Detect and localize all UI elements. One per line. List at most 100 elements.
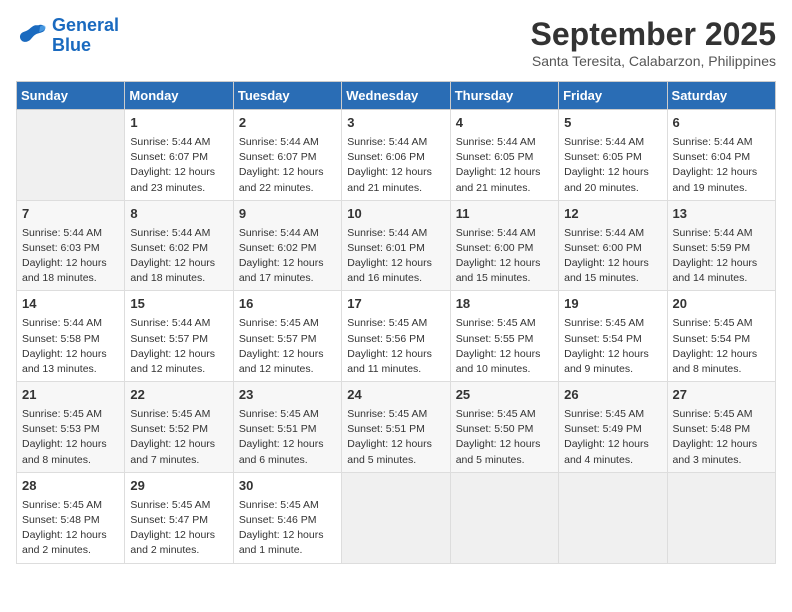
cell-info: Sunrise: 5:45 AM [22,498,119,513]
calendar-cell: 4Sunrise: 5:44 AMSunset: 6:05 PMDaylight… [450,110,558,201]
day-number: 28 [22,477,119,496]
day-number: 18 [456,295,553,314]
cell-info: Daylight: 12 hours [456,347,553,362]
calendar-cell: 8Sunrise: 5:44 AMSunset: 6:02 PMDaylight… [125,200,233,291]
cell-info: Sunset: 5:56 PM [347,332,444,347]
day-number: 21 [22,386,119,405]
calendar-week-row: 7Sunrise: 5:44 AMSunset: 6:03 PMDaylight… [17,200,776,291]
cell-info: Sunrise: 5:45 AM [673,407,770,422]
day-number: 29 [130,477,227,496]
cell-info: and 4 minutes. [564,453,661,468]
cell-info: and 2 minutes. [22,543,119,558]
cell-info: Daylight: 12 hours [130,437,227,452]
cell-info: and 5 minutes. [456,453,553,468]
cell-info: Sunrise: 5:45 AM [456,407,553,422]
cell-info: Sunrise: 5:45 AM [456,316,553,331]
cell-info: Sunrise: 5:44 AM [673,135,770,150]
calendar-cell: 14Sunrise: 5:44 AMSunset: 5:58 PMDayligh… [17,291,125,382]
calendar-cell: 13Sunrise: 5:44 AMSunset: 5:59 PMDayligh… [667,200,775,291]
cell-info: Sunset: 5:50 PM [456,422,553,437]
cell-info: Daylight: 12 hours [456,437,553,452]
cell-info: and 7 minutes. [130,453,227,468]
day-number: 27 [673,386,770,405]
calendar-cell: 3Sunrise: 5:44 AMSunset: 6:06 PMDaylight… [342,110,450,201]
cell-info: Sunrise: 5:45 AM [564,407,661,422]
cell-info: and 21 minutes. [347,181,444,196]
cell-info: Sunset: 6:00 PM [456,241,553,256]
cell-info: Sunrise: 5:44 AM [564,226,661,241]
day-number: 23 [239,386,336,405]
calendar-cell [559,472,667,563]
calendar-cell: 15Sunrise: 5:44 AMSunset: 5:57 PMDayligh… [125,291,233,382]
cell-info: Daylight: 12 hours [347,437,444,452]
cell-info: Daylight: 12 hours [564,347,661,362]
cell-info: and 5 minutes. [347,453,444,468]
day-number: 8 [130,205,227,224]
cell-info: Daylight: 12 hours [130,165,227,180]
cell-info: Daylight: 12 hours [673,165,770,180]
cell-info: Sunset: 6:01 PM [347,241,444,256]
cell-info: Sunset: 6:05 PM [564,150,661,165]
calendar-cell: 7Sunrise: 5:44 AMSunset: 6:03 PMDaylight… [17,200,125,291]
title-block: September 2025 Santa Teresita, Calabarzo… [531,16,776,69]
cell-info: Sunrise: 5:44 AM [347,226,444,241]
day-number: 30 [239,477,336,496]
cell-info: and 23 minutes. [130,181,227,196]
cell-info: Daylight: 12 hours [130,528,227,543]
cell-info: and 18 minutes. [22,271,119,286]
cell-info: Sunrise: 5:44 AM [347,135,444,150]
calendar-cell [450,472,558,563]
cell-info: Sunrise: 5:45 AM [22,407,119,422]
calendar-week-row: 14Sunrise: 5:44 AMSunset: 5:58 PMDayligh… [17,291,776,382]
cell-info: Sunrise: 5:45 AM [239,316,336,331]
logo: General Blue [16,16,119,56]
day-number: 24 [347,386,444,405]
cell-info: Sunrise: 5:44 AM [22,226,119,241]
cell-info: and 12 minutes. [130,362,227,377]
calendar-cell: 30Sunrise: 5:45 AMSunset: 5:46 PMDayligh… [233,472,341,563]
calendar-cell: 23Sunrise: 5:45 AMSunset: 5:51 PMDayligh… [233,382,341,473]
logo-icon [16,22,48,50]
cell-info: Sunrise: 5:44 AM [239,226,336,241]
cell-info: Sunset: 6:07 PM [130,150,227,165]
day-number: 20 [673,295,770,314]
cell-info: Sunset: 6:06 PM [347,150,444,165]
cell-info: Sunset: 5:55 PM [456,332,553,347]
cell-info: Sunrise: 5:45 AM [130,498,227,513]
cell-info: and 15 minutes. [456,271,553,286]
calendar-cell: 18 Sunrise: 5:45 AMSunset: 5:55 PMDayligh… [450,291,558,382]
header-saturday: Saturday [667,82,775,110]
location-subtitle: Santa Teresita, Calabarzon, Philippines [531,53,776,69]
day-number: 17 [347,295,444,314]
cell-info: Sunrise: 5:44 AM [673,226,770,241]
cell-info: and 18 minutes. [130,271,227,286]
calendar-cell: 16Sunrise: 5:45 AMSunset: 5:57 PMDayligh… [233,291,341,382]
cell-info: Daylight: 12 hours [239,528,336,543]
logo-text-blue: Blue [52,36,119,56]
day-number: 13 [673,205,770,224]
cell-info: Daylight: 12 hours [130,347,227,362]
calendar-cell: 24Sunrise: 5:45 AMSunset: 5:51 PMDayligh… [342,382,450,473]
cell-info: Sunset: 5:47 PM [130,513,227,528]
day-number: 25 [456,386,553,405]
calendar-cell: 29 Sunrise: 5:45 AMSunset: 5:47 PMDayligh… [125,472,233,563]
cell-info: Sunset: 5:52 PM [130,422,227,437]
day-number: 5 [564,114,661,133]
cell-info: Daylight: 12 hours [564,437,661,452]
cell-info: Daylight: 12 hours [239,437,336,452]
day-number: 19 [564,295,661,314]
cell-info: and 21 minutes. [456,181,553,196]
cell-info: Sunrise: 5:45 AM [673,316,770,331]
cell-info: and 6 minutes. [239,453,336,468]
day-number: 6 [673,114,770,133]
cell-info: and 15 minutes. [564,271,661,286]
cell-info: Sunset: 5:54 PM [564,332,661,347]
cell-info: Daylight: 12 hours [22,528,119,543]
cell-info: Daylight: 12 hours [347,347,444,362]
cell-info: Sunrise: 5:45 AM [239,407,336,422]
cell-info: and 12 minutes. [239,362,336,377]
day-number: 14 [22,295,119,314]
calendar-cell [342,472,450,563]
cell-info: Sunrise: 5:44 AM [130,135,227,150]
cell-info: Sunrise: 5:45 AM [564,316,661,331]
